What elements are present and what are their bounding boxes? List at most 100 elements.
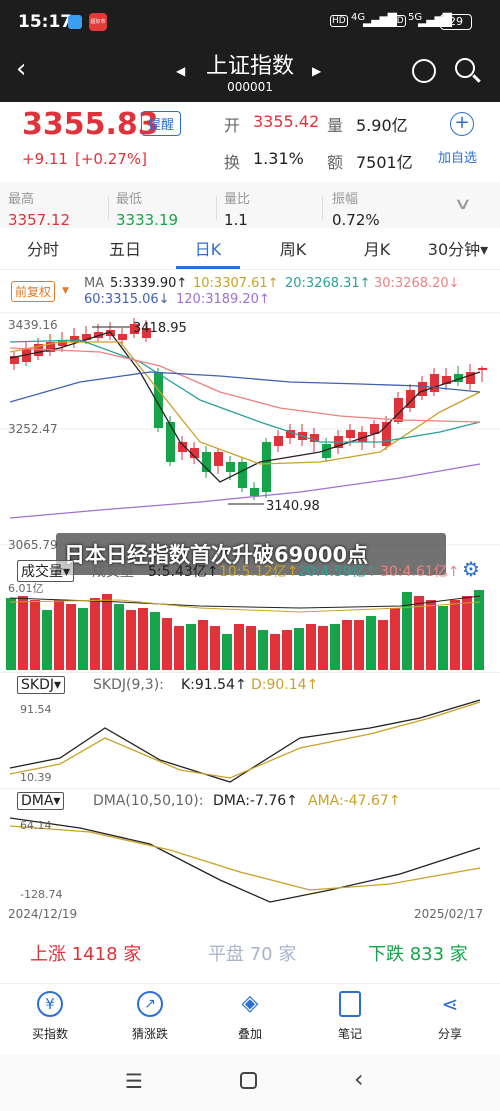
change-percent: [+0.27%] <box>75 150 147 168</box>
stat-label: 最低 <box>116 192 143 207</box>
date-end: 2025/02/17 <box>414 907 484 921</box>
next-index-icon[interactable]: ▶ <box>312 64 321 78</box>
volume-value: 5.90亿 <box>356 116 408 135</box>
volume-bar <box>54 600 64 670</box>
status-time: 15:17 <box>18 12 73 32</box>
volume-bar <box>306 624 316 670</box>
dma-chart[interactable]: 64.14 -128.74 <box>0 814 500 904</box>
ma20-value: 20:3268.31↑ <box>285 276 371 291</box>
alert-button[interactable]: 提醒 <box>141 111 182 136</box>
share-icon: ⋖ <box>441 992 459 1016</box>
home-icon[interactable] <box>240 1072 257 1089</box>
turnover-value: 1.31% <box>253 149 304 168</box>
share-button[interactable]: ⋖ 分享 <box>420 991 480 1042</box>
candle-body <box>250 488 259 496</box>
back-nav-icon[interactable]: ‹ <box>354 1065 364 1093</box>
high-marker-label: 3418.95 <box>133 321 187 336</box>
toolbar-label: 买指数 <box>31 1027 68 1041</box>
expand-chevron-icon[interactable]: ∨ <box>453 194 472 213</box>
ma60-value: 60:3315.06↓ <box>84 292 170 307</box>
kline-candles <box>10 318 487 500</box>
volume-bar <box>162 618 172 670</box>
volume-bar <box>78 608 88 670</box>
volume-bar <box>402 592 412 670</box>
volume-bar <box>270 634 280 670</box>
ma30-value: 30:3268.20↓ <box>374 276 460 291</box>
volume-bar <box>126 610 136 670</box>
candle-body <box>226 462 235 472</box>
buy-index-button[interactable]: ¥ 买指数 <box>20 991 80 1042</box>
system-nav-bar: ☰ ‹ <box>0 1055 500 1111</box>
kline-grid <box>0 312 500 546</box>
stat-label: 最高 <box>8 192 35 207</box>
chevron-down-icon: ▼ <box>62 286 69 296</box>
tab-daily-k[interactable]: 日K <box>176 232 240 268</box>
skdj-chart[interactable]: 91.54 10.39 <box>0 698 500 786</box>
volume-bar <box>366 616 376 670</box>
ma120-value: 120:3189.20↑ <box>176 292 270 307</box>
status-bar: 15:17 超好市 HD 4G ▂▄▆█ HD 5G ▂▄▆█ 29 <box>0 0 500 44</box>
kline-ma-lines <box>9 331 481 519</box>
stat-amplitude: 振幅 0.72% <box>332 188 380 229</box>
dma-y-top: 64.14 <box>20 819 52 832</box>
volume-bar <box>90 598 100 670</box>
skdj-selector[interactable]: SKDJ▾ <box>17 676 66 694</box>
overlay-button[interactable]: ◈ 叠加 <box>220 991 280 1042</box>
bottom-toolbar: ¥ 买指数 ↗ 猜涨跌 ◈ 叠加 笔记 ⋖ 分享 <box>0 985 500 1050</box>
volume-bar <box>30 600 40 670</box>
guess-button[interactable]: ↗ 猜涨跌 <box>120 991 180 1042</box>
dma-lines <box>9 817 481 903</box>
headset-icon[interactable] <box>412 59 436 83</box>
volume-bar <box>150 612 160 670</box>
date-start: 2024/12/19 <box>8 907 78 921</box>
volume-bars <box>6 590 484 670</box>
note-button[interactable]: 笔记 <box>320 991 380 1042</box>
tab-monthly-k[interactable]: 月K <box>352 232 402 268</box>
toolbar-label: 叠加 <box>237 1027 262 1041</box>
add-watch-button[interactable]: 加自选 <box>438 147 477 166</box>
ama-value: AMA:-47.67↑ <box>308 793 401 809</box>
divider <box>108 196 109 220</box>
volume-bar <box>66 604 76 670</box>
tab-intraday[interactable]: 分时 <box>18 232 68 268</box>
note-icon <box>339 991 361 1017</box>
dma-selector[interactable]: DMA▾ <box>17 792 65 810</box>
candle-body <box>346 430 355 438</box>
divider <box>322 196 323 220</box>
tab-30min[interactable]: 30分钟▾ <box>422 232 494 268</box>
hd-icon-2: HD <box>388 15 406 27</box>
toolbar-label: 分享 <box>437 1027 462 1041</box>
kline-y-top: 3439.16 <box>8 318 58 332</box>
amount-value: 7501亿 <box>356 153 413 172</box>
battery-icon: 29 <box>440 14 472 30</box>
kline-chart[interactable]: 3439.16 3252.47 3065.79 3418.95 3140.98 <box>0 312 500 552</box>
volume-bar <box>198 620 208 670</box>
divider <box>216 196 217 220</box>
tab-five-day[interactable]: 五日 <box>100 232 150 268</box>
menu-icon[interactable]: ☰ <box>125 1069 143 1093</box>
open-value: 3355.42 <box>253 112 320 131</box>
candle-body <box>262 442 271 492</box>
skdj-d-line <box>9 701 481 779</box>
add-watch-icon[interactable]: + <box>450 112 474 136</box>
volume-chart[interactable]: 6.01亿 <box>0 578 500 670</box>
candle-body <box>430 374 439 392</box>
volume-bar <box>294 628 304 670</box>
tab-weekly-k[interactable]: 周K <box>268 232 318 268</box>
candle-body <box>418 382 427 396</box>
volume-label: 量 <box>327 116 344 135</box>
volume-bar <box>102 594 112 670</box>
skdj-d: D:90.14↑ <box>251 677 319 693</box>
volume-bar <box>282 630 292 670</box>
dma-line <box>9 817 481 903</box>
volume-bar <box>18 596 28 670</box>
ama-line <box>9 825 481 891</box>
stat-low: 最低 3333.19 <box>116 188 178 229</box>
kline-y-bottom: 3065.79 <box>8 538 58 552</box>
volume-bar <box>114 604 124 670</box>
volume-bar <box>438 606 448 670</box>
adjust-selector[interactable]: 前复权 <box>11 281 56 302</box>
toolbar-label: 笔记 <box>337 1027 362 1041</box>
market-breadth: 上涨 1418 家 平盘 70 家 下跌 833 家 <box>0 928 500 974</box>
volume-bar <box>354 620 364 670</box>
